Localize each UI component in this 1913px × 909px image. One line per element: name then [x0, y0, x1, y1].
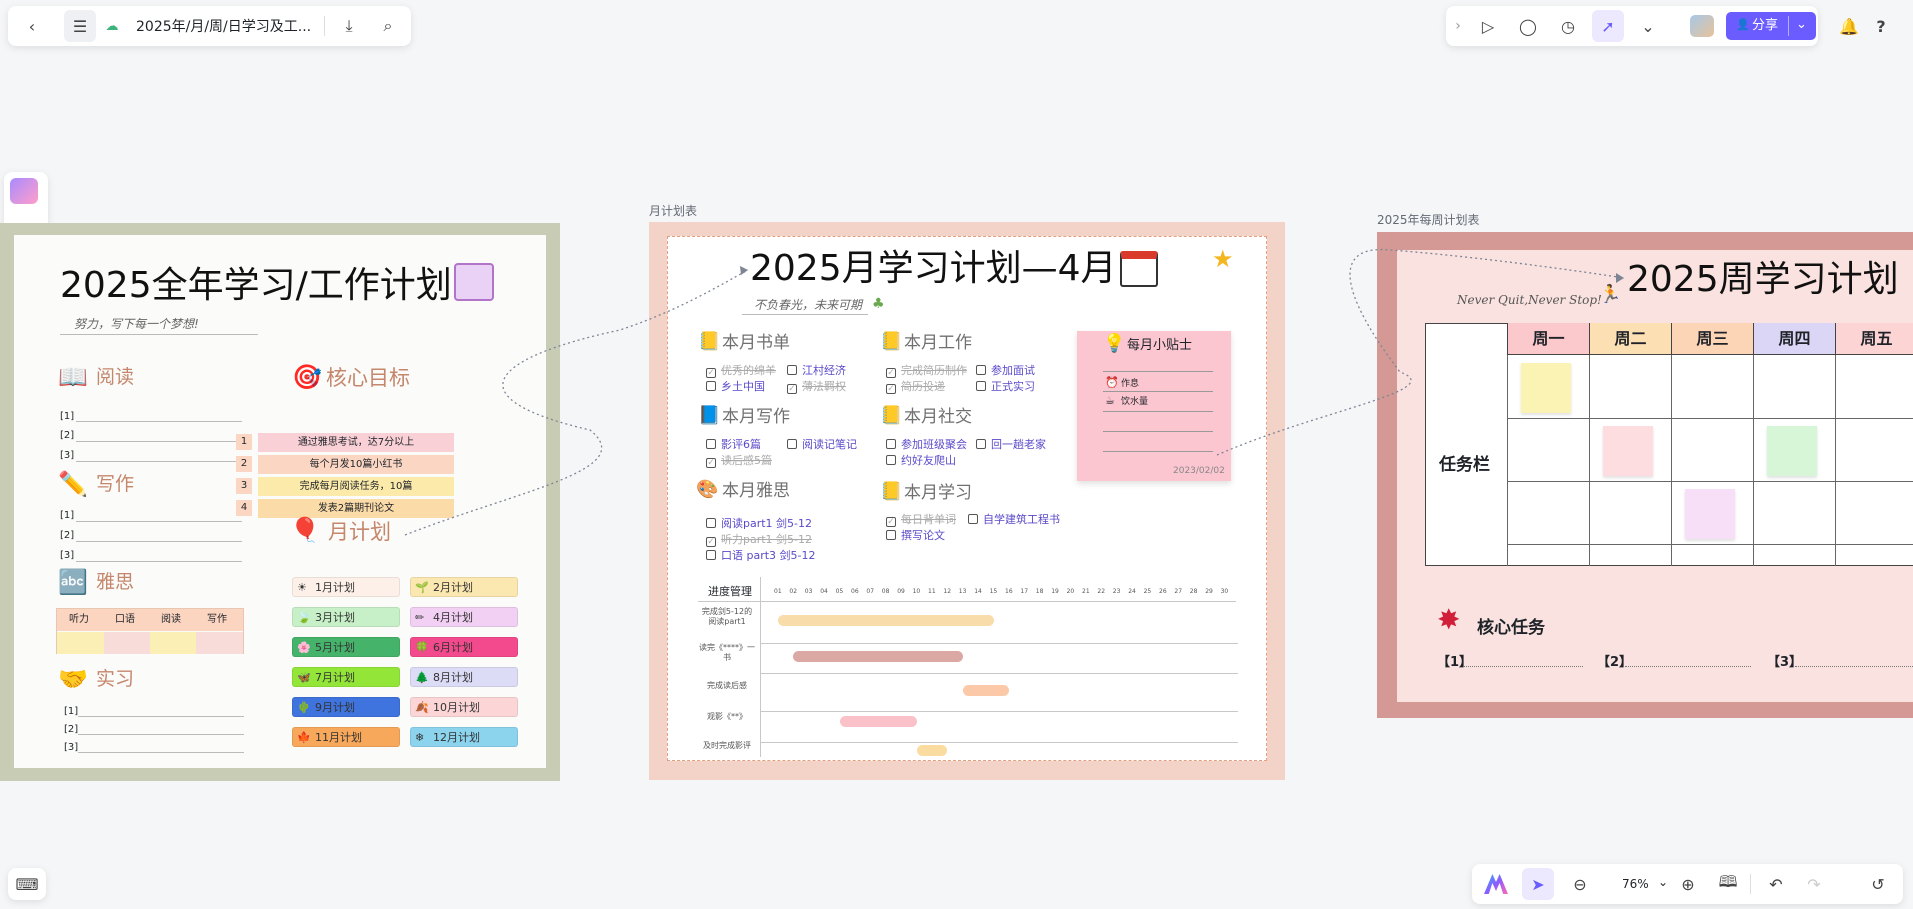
history-icon[interactable]: ↺: [1862, 868, 1894, 900]
connector-lines[interactable]: [0, 0, 1913, 909]
redo-icon[interactable]: ↷: [1798, 868, 1830, 900]
bottom-right-toolbar: ➤ ⊖ 76% ⌄ ⊕ 🕮 ↶ ↷ ↺: [1472, 864, 1903, 904]
minimap-icon: ⌨: [15, 874, 39, 894]
zoom-level[interactable]: 76%: [1622, 878, 1649, 890]
ai-logo-icon[interactable]: [1484, 874, 1508, 894]
minimap-toggle[interactable]: ⌨: [8, 868, 46, 900]
book-view-icon[interactable]: 🕮: [1712, 868, 1744, 900]
undo-icon[interactable]: ↶: [1760, 868, 1792, 900]
zoom-out-icon[interactable]: ⊖: [1564, 868, 1596, 900]
select-tool-icon[interactable]: ➤: [1522, 868, 1554, 900]
zoom-in-icon[interactable]: ⊕: [1672, 868, 1704, 900]
zoom-chevron-icon[interactable]: ⌄: [1658, 876, 1668, 888]
divider: [1750, 874, 1751, 894]
